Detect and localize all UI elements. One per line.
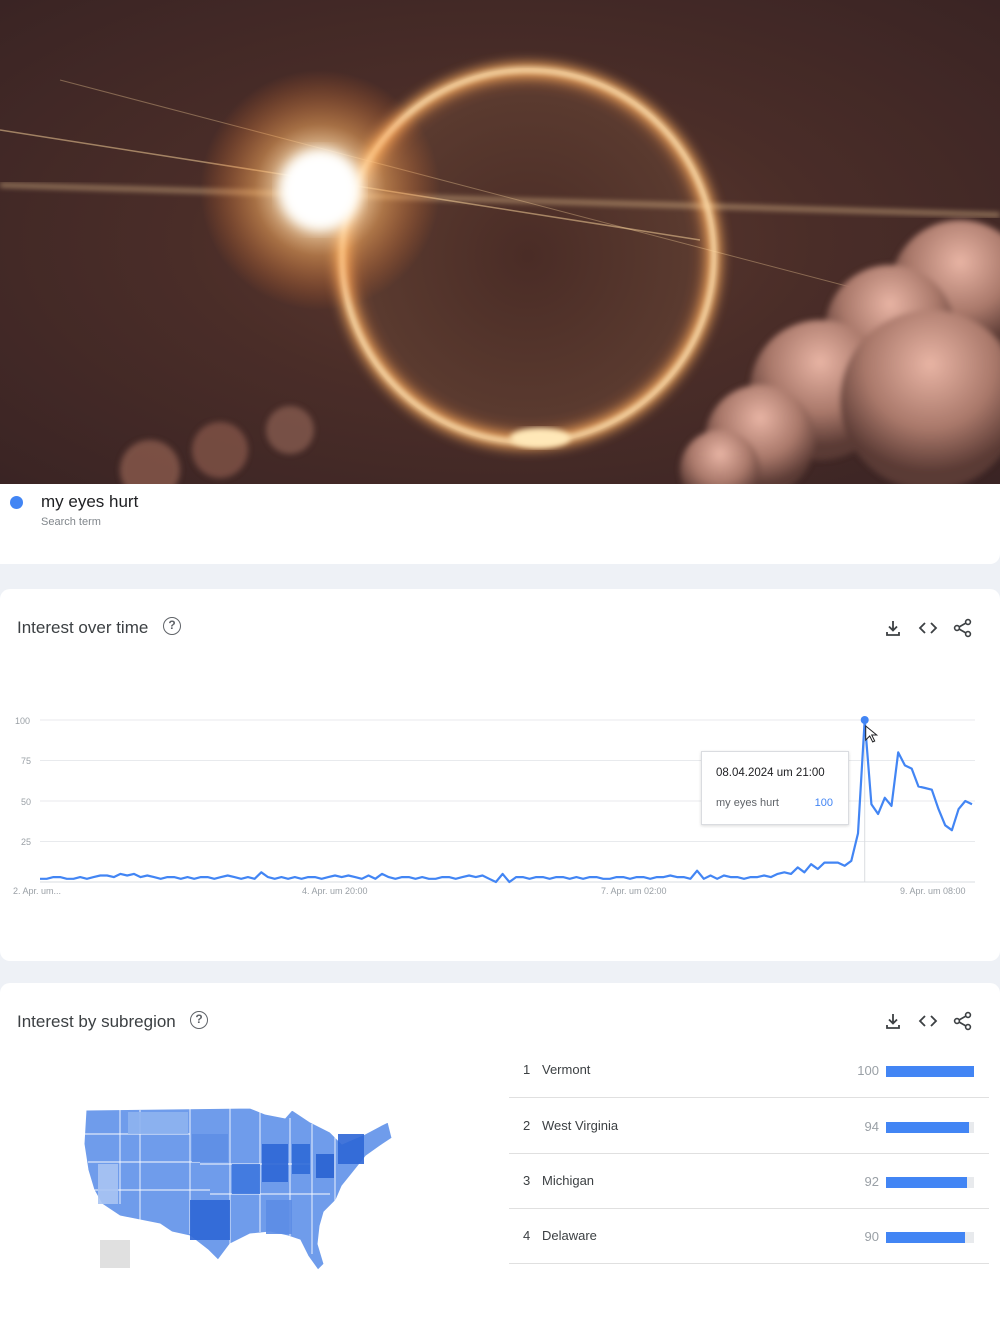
region-bar-fill [886, 1122, 969, 1133]
region-row[interactable]: 4 Delaware 90 [509, 1208, 989, 1264]
us-subregion-map[interactable] [80, 1104, 400, 1274]
region-bar-track [886, 1066, 974, 1077]
region-row[interactable]: 1 Vermont 100 [509, 1042, 989, 1098]
region-row[interactable]: 2 West Virginia 94 [509, 1098, 989, 1154]
region-name: Vermont [542, 1062, 591, 1077]
tooltip-date: 08.04.2024 um 21:00 [716, 767, 825, 779]
chart-tooltip: 08.04.2024 um 21:00 my eyes hurt 100 [701, 751, 849, 825]
region-bar-fill [886, 1177, 967, 1188]
region-rank: 4 [523, 1228, 531, 1243]
search-term-card [0, 484, 1000, 564]
tooltip-value: 100 [814, 797, 833, 809]
y-tick-label: 100 [15, 716, 31, 726]
interest-over-time-title: Interest over time [17, 618, 149, 637]
embed-code-icon[interactable] [917, 1010, 939, 1032]
line-chart[interactable] [0, 700, 1000, 900]
region-name: West Virginia [542, 1118, 619, 1133]
region-name: Michigan [542, 1173, 595, 1188]
tooltip-series-label: my eyes hurt [716, 797, 779, 809]
share-icon[interactable] [952, 1010, 974, 1032]
region-value: 94 [864, 1119, 879, 1134]
region-value: 90 [864, 1229, 879, 1244]
region-rank: 1 [523, 1062, 531, 1077]
y-tick-label: 50 [21, 797, 32, 807]
x-tick-label: 7. Apr. um 02:00 [601, 886, 667, 896]
search-term-subtitle: Search term [41, 516, 101, 528]
y-tick-label: 75 [21, 756, 32, 766]
region-value: 100 [857, 1063, 879, 1078]
embed-code-icon[interactable] [917, 617, 939, 639]
help-circle-icon[interactable]: ? [190, 1011, 208, 1029]
region-bar-fill [886, 1232, 966, 1243]
region-value: 92 [864, 1174, 879, 1189]
peak-point [860, 716, 869, 724]
x-tick-label: 4. Apr. um 20:00 [302, 886, 368, 896]
search-term-name[interactable]: my eyes hurt [41, 492, 138, 512]
x-tick-label: 2. Apr. um... [13, 886, 62, 896]
help-circle-icon[interactable]: ? [163, 617, 181, 635]
region-name: Delaware [542, 1228, 597, 1243]
region-bar-track [886, 1177, 974, 1188]
y-tick-label: 25 [21, 837, 32, 847]
download-icon[interactable] [882, 617, 904, 639]
interest-by-subregion-title: Interest by subregion [17, 1012, 176, 1031]
region-rank: 3 [523, 1173, 531, 1188]
share-icon[interactable] [952, 617, 974, 639]
download-icon[interactable] [882, 1010, 904, 1032]
eclipse-photo [0, 0, 1000, 484]
region-bar-track [886, 1232, 974, 1243]
region-bar-fill [886, 1066, 974, 1077]
region-row[interactable]: 3 Michigan 92 [509, 1153, 989, 1209]
x-tick-label: 9. Apr. um 08:00 [900, 886, 966, 896]
mouse-cursor-icon [865, 724, 879, 743]
region-bar-track [886, 1122, 974, 1133]
series-color-dot [10, 496, 23, 509]
region-rank: 2 [523, 1118, 531, 1133]
